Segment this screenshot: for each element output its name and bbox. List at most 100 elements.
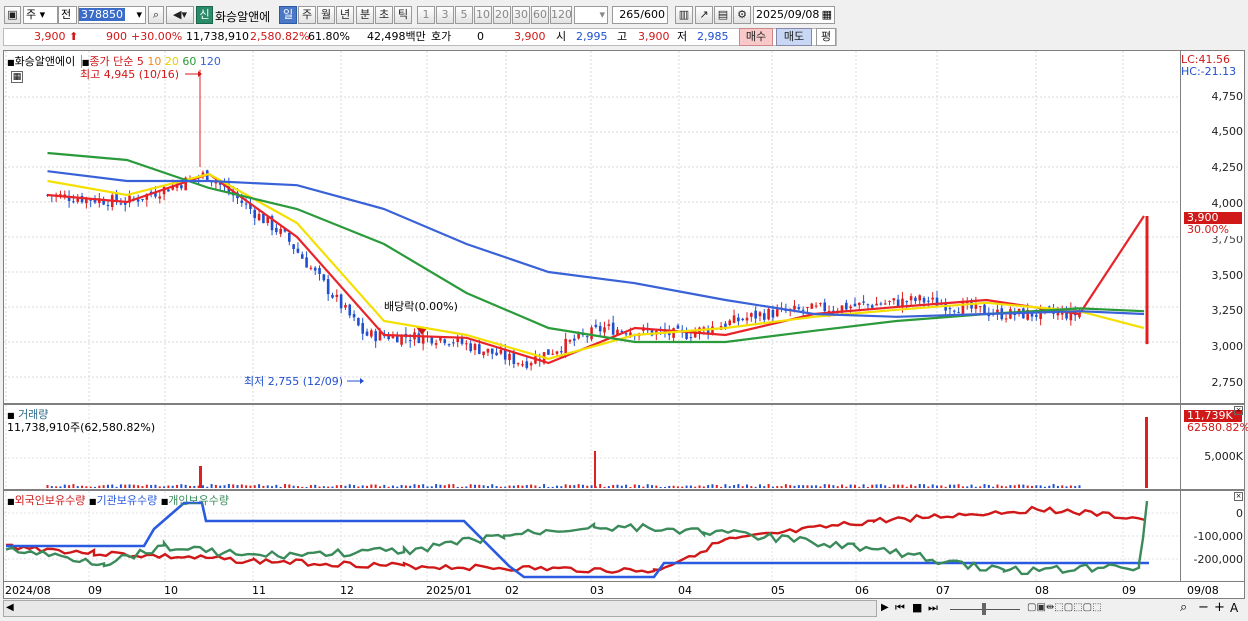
candle xyxy=(339,293,343,314)
chevron-down-icon: ▾ xyxy=(39,8,46,21)
candle xyxy=(810,302,814,309)
ma-120: 120 xyxy=(199,55,221,68)
interval-20[interactable]: 20 xyxy=(493,6,511,24)
volume-bar xyxy=(642,486,645,488)
candle xyxy=(344,302,347,311)
window-tools-icon[interactable]: ▢▣⇹⬚▢⬚▢⬚ xyxy=(1027,602,1102,613)
save-icon[interactable]: ▤ xyxy=(714,6,732,24)
volume-bar xyxy=(521,485,524,488)
volume-bar xyxy=(176,484,179,488)
last-page-icon[interactable]: ⏭ xyxy=(928,601,938,615)
date-value: 2025/09/08 xyxy=(756,8,820,21)
period-month[interactable]: 월 xyxy=(317,6,335,24)
period-second[interactable]: 초 xyxy=(375,6,393,24)
eval-button[interactable]: 평 xyxy=(816,28,836,46)
volume-bar xyxy=(668,485,671,488)
date-field[interactable]: 2025/09/08 ▦ xyxy=(753,6,835,24)
sell-button[interactable]: 매도 xyxy=(776,28,812,46)
zoom-search-icon[interactable]: ⌕ xyxy=(1180,600,1187,615)
candle xyxy=(59,190,62,199)
count-field[interactable]: 265/600 xyxy=(612,6,668,24)
zoom-slider-handle[interactable] xyxy=(982,603,986,615)
x-label: 08 xyxy=(1035,584,1049,597)
volume-bar xyxy=(711,484,714,488)
candle xyxy=(370,328,373,339)
zoom-in-icon[interactable]: + xyxy=(1214,600,1225,615)
price: 3,900 ⬆ xyxy=(34,30,79,43)
interval-select[interactable]: ▾ xyxy=(574,6,608,24)
stop-icon[interactable]: ■ xyxy=(912,601,922,614)
scroll-left-icon[interactable]: ◀ xyxy=(6,602,14,613)
volume-bar xyxy=(862,484,865,488)
draw-line-icon[interactable]: ↗ xyxy=(695,6,713,24)
buy-button[interactable]: 매수 xyxy=(739,28,773,46)
candle xyxy=(598,322,602,337)
zoom-out-icon[interactable]: − xyxy=(1198,600,1209,615)
interval-60[interactable]: 60 xyxy=(531,6,549,24)
y-tick: 0 xyxy=(1236,507,1243,520)
price-chart[interactable] xyxy=(4,51,1180,403)
candle xyxy=(819,302,822,307)
interval-5[interactable]: 5 xyxy=(455,6,473,24)
y-tick: -200,000 xyxy=(1193,553,1243,566)
period-type-select[interactable]: 주 ▾ xyxy=(23,6,58,24)
holdings-pane[interactable]: ■외국인보유수량 ■기관보유수량 ■개인보유수량 xyxy=(3,490,1181,582)
period-day[interactable]: 일 xyxy=(279,6,297,24)
candle xyxy=(67,190,71,208)
candle xyxy=(551,349,555,356)
interval-1[interactable]: 1 xyxy=(417,6,435,24)
period-tick[interactable]: 틱 xyxy=(394,6,412,24)
code-input[interactable]: 378850 ▾ xyxy=(78,6,146,24)
period-minute[interactable]: 분 xyxy=(356,6,374,24)
volume-bar xyxy=(327,486,330,488)
interval-3[interactable]: 3 xyxy=(436,6,454,24)
volume-bar xyxy=(568,485,571,488)
volume-bar xyxy=(232,484,235,488)
close-icon[interactable]: × xyxy=(1234,492,1243,501)
volume-bar xyxy=(517,485,520,488)
interval-30[interactable]: 30 xyxy=(512,6,530,24)
volume-bar xyxy=(836,486,839,488)
grid-icon[interactable]: ▦ xyxy=(11,71,23,83)
candle-style-icon[interactable]: ▥ xyxy=(675,6,693,24)
scroll-right-icon[interactable]: ▶ xyxy=(881,602,889,613)
period-week[interactable]: 주 xyxy=(298,6,316,24)
first-page-icon[interactable]: ⏮ xyxy=(895,601,905,615)
volume-bar xyxy=(1026,485,1029,488)
prev-label[interactable]: 전 xyxy=(58,6,77,24)
volume-pane[interactable]: ■ 거래량 11,738,910주(62,580.82%) xyxy=(3,404,1181,490)
gear-icon[interactable]: ⚙ xyxy=(733,6,751,24)
volume-bar xyxy=(154,484,157,488)
close-icon[interactable]: × xyxy=(1234,406,1243,415)
volume-chart[interactable] xyxy=(4,405,1180,489)
volume-bar xyxy=(892,484,895,488)
candle xyxy=(534,350,537,365)
volume-bar xyxy=(676,486,679,488)
layout-icon[interactable]: ▣ xyxy=(4,6,21,24)
candle xyxy=(996,303,999,321)
volume-bar xyxy=(733,485,736,488)
period-year[interactable]: 년 xyxy=(336,6,354,24)
candle xyxy=(853,297,857,307)
volume-bar xyxy=(106,484,109,488)
volume-bar xyxy=(1000,485,1003,488)
price-pane[interactable]: ■화승알앤에이 ■종가 단순 5 10 20 60 120 ▦ 최고 4,945… xyxy=(3,50,1181,404)
volume-bar xyxy=(283,484,286,488)
volume-bar xyxy=(331,486,334,488)
speaker-icon[interactable]: ◀▾ xyxy=(166,6,194,24)
search-icon[interactable]: ⌕ xyxy=(148,6,164,24)
shin-button[interactable]: 신 xyxy=(196,6,213,24)
volume-bar xyxy=(199,466,202,488)
low-arrow-head xyxy=(360,378,364,384)
horizontal-scrollbar[interactable] xyxy=(3,600,877,617)
candle xyxy=(590,325,593,342)
candle xyxy=(1004,314,1008,323)
interval-120[interactable]: 120 xyxy=(550,6,572,24)
interval-10[interactable]: 10 xyxy=(474,6,492,24)
volume-bar xyxy=(940,485,943,488)
font-size-icon[interactable]: A xyxy=(1230,601,1238,615)
volume-bar xyxy=(387,486,390,488)
chevron-down-icon[interactable]: ▾ xyxy=(136,7,142,23)
calendar-icon[interactable]: ▦ xyxy=(822,7,832,23)
ma-line-20 xyxy=(47,172,1145,360)
